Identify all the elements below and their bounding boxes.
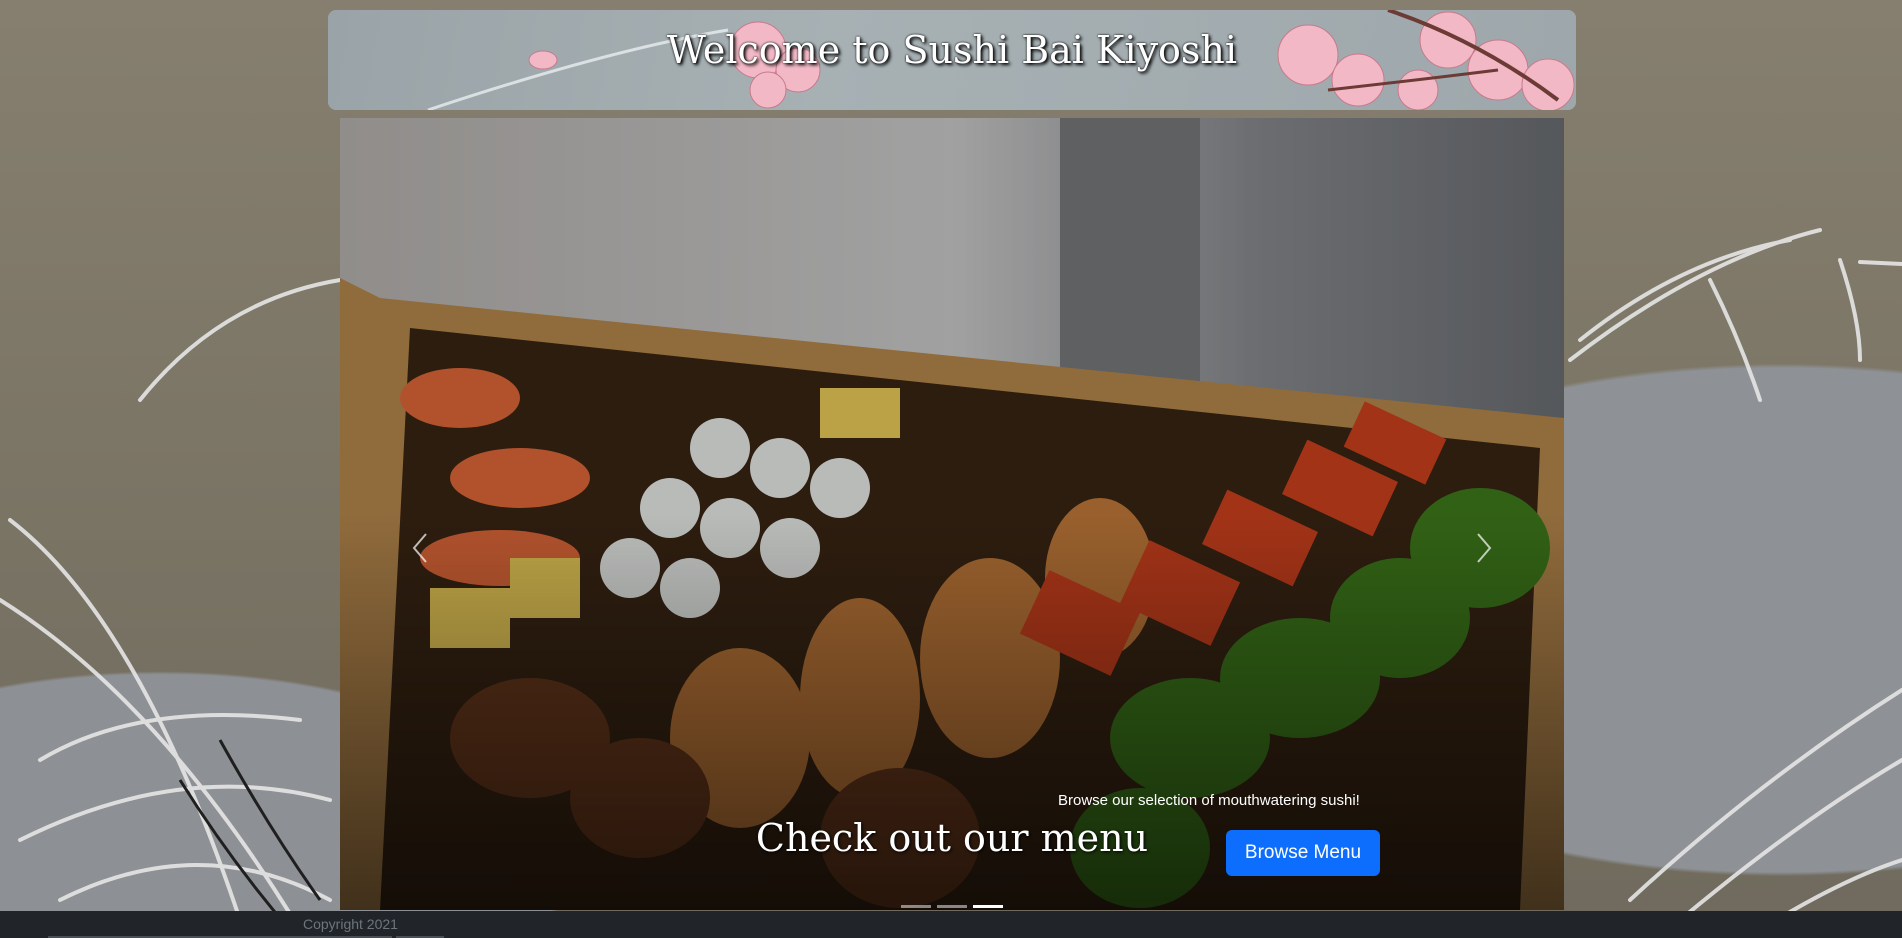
slide-title: Check out our menu (755, 816, 1149, 860)
carousel: Check out our menu Browse our selection … (340, 118, 1564, 910)
header-banner: Welcome to Sushi Bai Kiyoshi (328, 10, 1576, 110)
carousel-indicator-active[interactable] (973, 905, 1003, 908)
carousel-prev-button[interactable] (390, 488, 450, 608)
carousel-indicator[interactable] (901, 905, 931, 908)
slide-description: Browse our selection of mouthwatering su… (1058, 792, 1360, 809)
sushi-boat-image (340, 118, 1564, 910)
copyright-text: Copyright 2021 (303, 916, 398, 932)
chevron-right-icon (1477, 533, 1492, 563)
carousel-next-button[interactable] (1454, 488, 1514, 608)
page-title: Welcome to Sushi Bai Kiyoshi (666, 28, 1238, 72)
browse-menu-button[interactable]: Browse Menu (1226, 830, 1380, 876)
carousel-indicator[interactable] (937, 905, 967, 908)
footer: Copyright 2021 (0, 911, 1902, 938)
carousel-indicators (340, 905, 1564, 908)
chevron-left-icon (412, 533, 427, 563)
